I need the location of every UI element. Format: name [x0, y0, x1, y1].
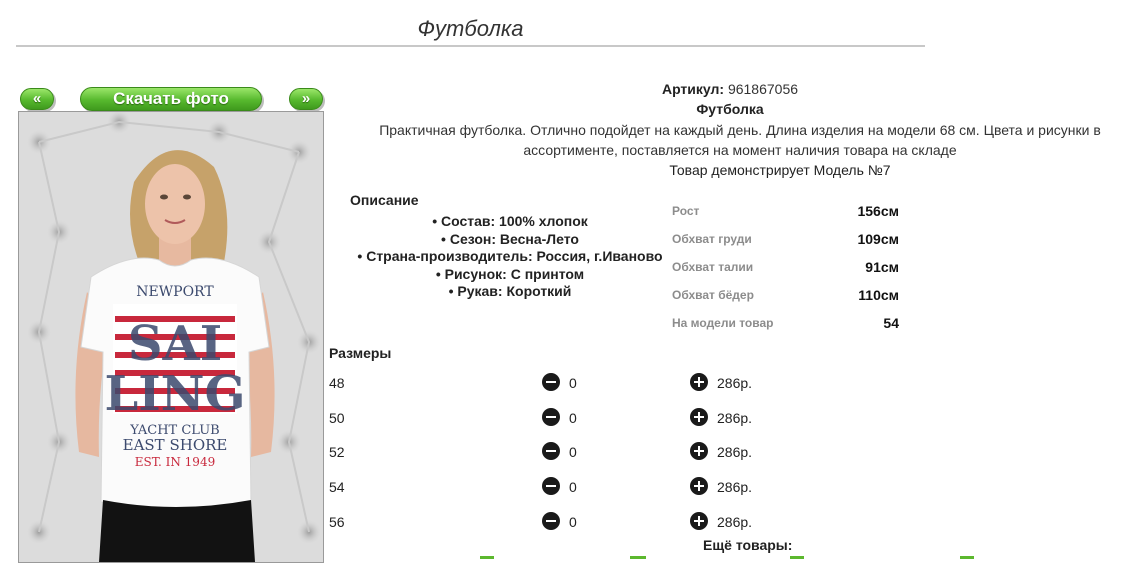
- svg-text:LING: LING: [104, 366, 245, 422]
- size-row: 52 0 286р.: [329, 442, 789, 468]
- decrease-qty-icon[interactable]: [542, 512, 560, 530]
- print-line-5: EST. IN 1949: [135, 455, 215, 469]
- qty-value: 0: [569, 514, 577, 530]
- param-value: 110см: [858, 287, 899, 303]
- print-line-4: EAST SHORE: [123, 436, 228, 454]
- size-price: 286р.: [717, 444, 753, 460]
- sku-label: Артикул:: [661, 81, 725, 97]
- product-name: Футболка: [696, 101, 764, 117]
- param-label: Обхват бёдер: [672, 288, 754, 302]
- qty-value: 0: [569, 375, 577, 391]
- qty-value: 0: [569, 410, 577, 426]
- details-heading: Описание: [350, 192, 419, 208]
- increase-qty-icon[interactable]: [690, 442, 708, 460]
- size-label: 52: [329, 444, 345, 460]
- increase-qty-icon[interactable]: [690, 512, 708, 530]
- size-price: 286р.: [717, 375, 753, 391]
- param-row: На модели товар 54: [672, 315, 902, 344]
- qty-value: 0: [569, 444, 577, 460]
- product-description: Практичная футболка. Отлично подойдет на…: [379, 122, 1101, 158]
- increase-qty-icon[interactable]: [690, 477, 708, 495]
- download-photo-button[interactable]: Скачать фото: [80, 87, 262, 111]
- product-photo-image: NEWPORT SAI LING YACHT CLUB EAST SHORE E…: [19, 112, 323, 562]
- size-label: 56: [329, 514, 345, 530]
- qty-value: 0: [569, 479, 577, 495]
- param-row: Обхват груди 109см: [672, 231, 902, 260]
- param-value: 109см: [857, 231, 899, 247]
- size-price: 286р.: [717, 479, 753, 495]
- size-row: 48 0 286р.: [329, 373, 789, 399]
- details-list: Состав: 100% хлопок Сезон: Весна-Лето Ст…: [340, 213, 680, 301]
- param-label: Рост: [672, 204, 700, 218]
- details-item: Страна-производитель: Россия, г.Иваново: [340, 248, 680, 266]
- size-label: 48: [329, 375, 345, 391]
- prev-photo-button[interactable]: «: [20, 88, 54, 110]
- sizes-heading: Размеры: [329, 345, 392, 361]
- decrease-qty-icon[interactable]: [542, 477, 560, 495]
- details-item: Состав: 100% хлопок: [340, 213, 680, 231]
- next-photo-button[interactable]: »: [289, 88, 323, 110]
- product-photo[interactable]: NEWPORT SAI LING YACHT CLUB EAST SHORE E…: [18, 111, 324, 563]
- print-line-1: NEWPORT: [136, 284, 214, 300]
- param-label: Обхват груди: [672, 232, 752, 246]
- size-price: 286р.: [717, 514, 753, 530]
- model-note: Товар демонстрирует Модель №7: [669, 162, 891, 178]
- size-label: 50: [329, 410, 345, 426]
- size-row: 56 0 286р.: [329, 512, 789, 538]
- model-params: Рост 156см Обхват груди 109см Обхват тал…: [672, 203, 902, 344]
- details-item: Сезон: Весна-Лето: [340, 231, 680, 249]
- svg-text:SAI: SAI: [128, 316, 222, 372]
- size-row: 50 0 286р.: [329, 408, 789, 434]
- param-value: 54: [883, 315, 899, 331]
- size-price: 286р.: [717, 410, 753, 426]
- param-value: 91см: [865, 259, 899, 275]
- details-item: Рисунок: С принтом: [340, 266, 680, 284]
- sku-value: 961867056: [727, 81, 799, 97]
- sku-line: Артикул: 961867056: [350, 81, 1110, 97]
- param-label: На модели товар: [672, 316, 774, 330]
- param-value: 156см: [857, 203, 899, 219]
- size-row: 54 0 286р.: [329, 477, 789, 503]
- param-row: Обхват бёдер 110см: [672, 287, 902, 316]
- decrease-qty-icon[interactable]: [542, 408, 560, 426]
- param-row: Обхват талии 91см: [672, 259, 902, 288]
- decrease-qty-icon[interactable]: [542, 442, 560, 460]
- param-label: Обхват талии: [672, 260, 754, 274]
- details-item: Рукав: Короткий: [340, 283, 680, 301]
- decrease-qty-icon[interactable]: [542, 373, 560, 391]
- param-row: Рост 156см: [672, 203, 902, 232]
- more-products-links[interactable]: [480, 556, 1000, 561]
- increase-qty-icon[interactable]: [690, 373, 708, 391]
- page-title: Футболка: [16, 14, 925, 47]
- more-products-heading: Ещё товары:: [703, 537, 793, 553]
- increase-qty-icon[interactable]: [690, 408, 708, 426]
- size-label: 54: [329, 479, 345, 495]
